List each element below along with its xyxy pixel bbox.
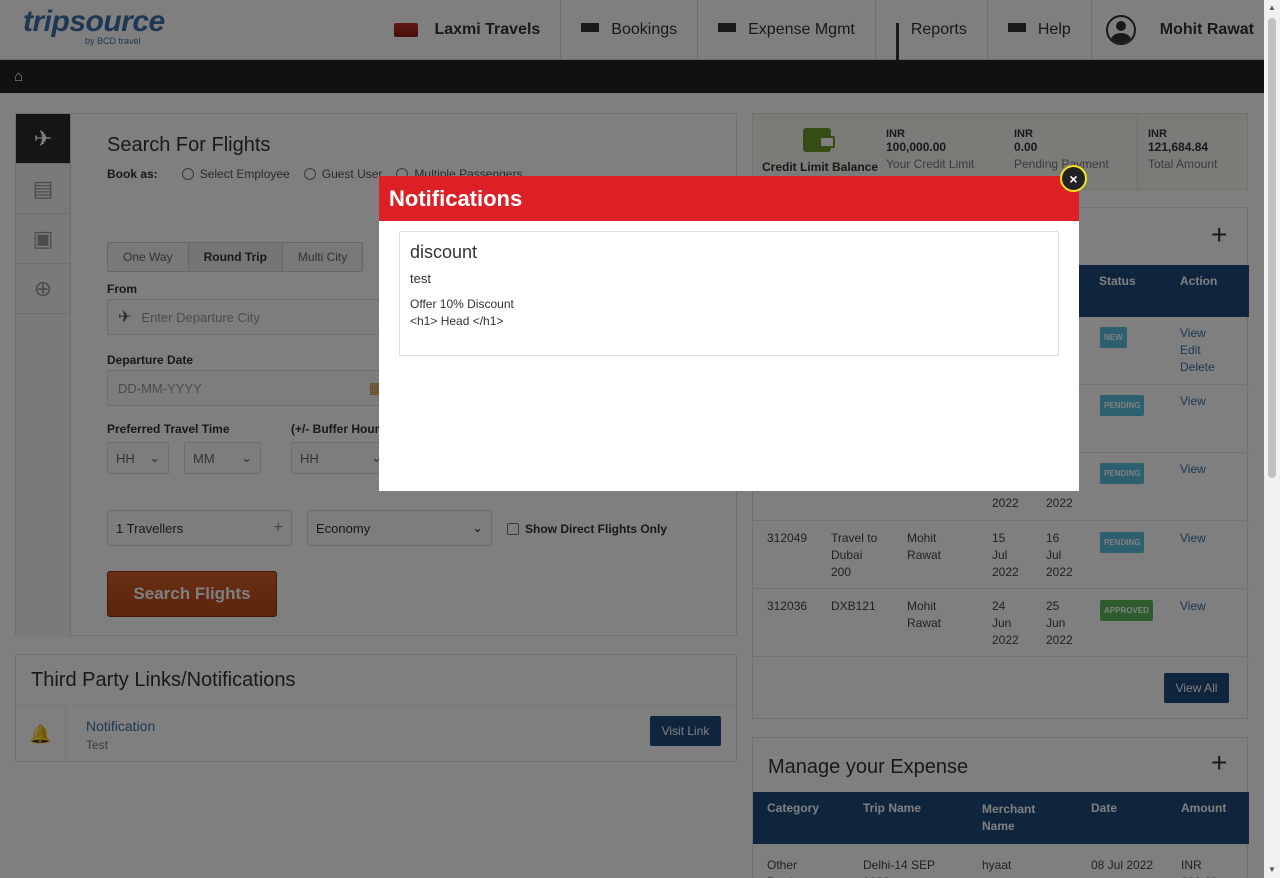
- page-scrollbar[interactable]: ▲ ▼: [1264, 0, 1280, 878]
- modal-title: Notifications: [379, 176, 1079, 221]
- notice-body: Offer 10% Discount <h1> Head </h1>: [410, 296, 514, 330]
- notice-line: <h1> Head </h1>: [410, 314, 504, 328]
- notice-title: discount: [410, 242, 478, 262]
- scroll-down-icon[interactable]: ▼: [1268, 866, 1276, 874]
- notifications-modal: Notifications discount test Offer 10% Di…: [379, 176, 1079, 491]
- scroll-thumb[interactable]: [1268, 18, 1276, 478]
- notification-card: discount test Offer 10% Discount <h1> He…: [399, 231, 1059, 356]
- close-icon[interactable]: ×: [1060, 165, 1087, 192]
- notice-subtitle: test: [410, 271, 431, 286]
- notice-line: Offer 10% Discount: [410, 297, 514, 311]
- scroll-up-icon[interactable]: ▲: [1268, 4, 1276, 12]
